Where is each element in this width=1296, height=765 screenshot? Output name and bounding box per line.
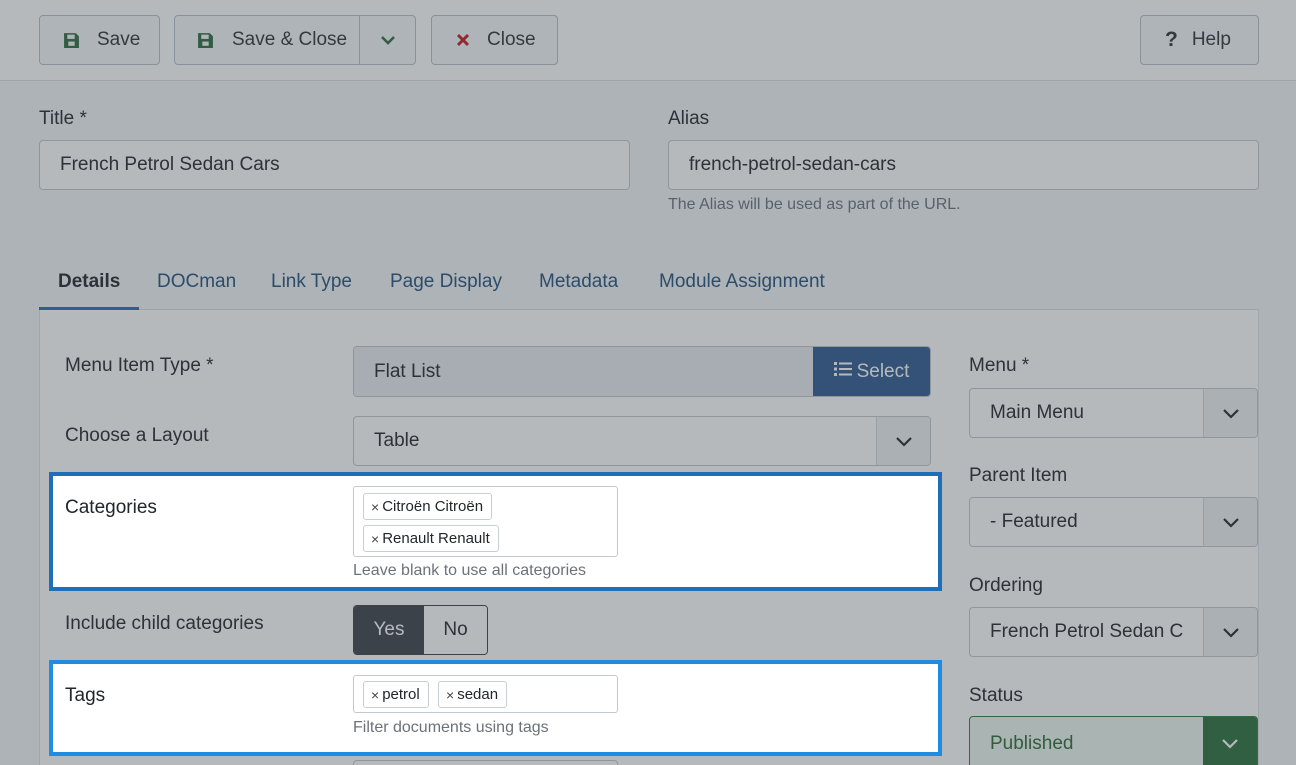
tag-chip[interactable]: × sedan [438, 681, 508, 708]
status-select[interactable]: Published [969, 716, 1258, 765]
remove-chip-icon[interactable]: × [371, 499, 379, 515]
chevron-down-icon [1203, 717, 1257, 765]
tags-highlight: Tags × petrol × sedan Filter documents usi… [49, 660, 942, 756]
tab-metadata[interactable]: Metadata [539, 258, 618, 310]
select-button-label: Select [856, 360, 910, 382]
parent-item-select[interactable]: - Featured [969, 497, 1258, 547]
status-label: Status [969, 685, 1023, 706]
alias-hint: The Alias will be used as part of the UR… [668, 196, 961, 213]
chip-label: Renault Renault [382, 530, 490, 547]
help-label: Help [1191, 29, 1231, 50]
remove-chip-icon[interactable]: × [446, 687, 454, 703]
tab-details[interactable]: Details [39, 258, 140, 310]
parent-item-label: Parent Item [969, 465, 1068, 486]
close-label: Close [487, 29, 536, 50]
chevron-down-icon [380, 35, 396, 45]
ordering-select[interactable]: French Petrol Sedan Cars [969, 607, 1258, 657]
include-child-toggle: Yes No [353, 605, 488, 655]
chevron-down-icon [876, 417, 930, 465]
title-label: Title * [39, 108, 87, 129]
menu-item-type-field: Flat List Select [353, 346, 931, 397]
chevron-down-icon [1203, 389, 1257, 437]
layout-select[interactable]: Table [353, 416, 931, 466]
question-mark-icon: ? [1165, 28, 1178, 51]
floppy-disk-icon [197, 32, 214, 49]
help-button[interactable]: ? Help [1140, 15, 1259, 65]
close-button[interactable]: Close [431, 15, 558, 65]
layout-label: Choose a Layout [65, 425, 209, 446]
parent-item-value: - Featured [990, 511, 1078, 532]
categories-hint: Leave blank to use all categories [353, 562, 587, 579]
remove-chip-icon[interactable]: × [371, 687, 379, 703]
status-value: Published [990, 732, 1074, 754]
menu-label: Menu * [969, 355, 1030, 376]
tab-link-type[interactable]: Link Type [271, 258, 352, 310]
tab-page-display[interactable]: Page Display [390, 258, 502, 310]
include-child-label: Include child categories [65, 613, 264, 634]
save-close-button[interactable]: Save & Close [174, 15, 360, 65]
list-icon [833, 361, 852, 383]
close-x-icon [456, 33, 470, 47]
menu-item-type-label: Menu Item Type * [65, 355, 214, 376]
save-button[interactable]: Save [39, 15, 160, 65]
chevron-down-icon [1203, 608, 1257, 656]
menu-select[interactable]: Main Menu [969, 388, 1258, 438]
select-menu-item-type-button[interactable]: Select [813, 347, 930, 396]
tag-chip[interactable]: × petrol [363, 681, 429, 708]
chip-label: petrol [382, 686, 420, 703]
next-field[interactable] [353, 760, 618, 765]
save-close-label: Save & Close [232, 29, 348, 50]
title-input[interactable]: French Petrol Sedan Cars [39, 140, 630, 190]
alias-input[interactable]: french-petrol-sedan-cars [668, 140, 1259, 190]
menu-item-type-value: Flat List [354, 347, 813, 396]
chip-label: Citroën Citroën [382, 498, 484, 515]
toggle-yes[interactable]: Yes [354, 606, 424, 654]
tags-hint: Filter documents using tags [353, 719, 549, 736]
menu-select-value: Main Menu [990, 402, 1084, 423]
floppy-disk-icon [63, 32, 80, 49]
categories-highlight: Categories × Citroën Citroën × Renault Ren… [49, 472, 942, 591]
alias-label: Alias [668, 108, 710, 129]
chevron-down-icon [1203, 498, 1257, 546]
tab-bar: Details DOCman Link Type Page Display Me… [39, 258, 1259, 310]
toolbar: Save Save & Close Close ? Help [0, 0, 1296, 81]
categories-label: Categories [65, 497, 157, 518]
layout-select-value: Table [374, 430, 420, 451]
category-chip[interactable]: × Citroën Citroën [363, 493, 493, 520]
toggle-no[interactable]: No [424, 606, 487, 654]
ordering-label: Ordering [969, 575, 1043, 596]
tags-label: Tags [65, 685, 106, 706]
categories-input[interactable]: × Citroën Citroën × Renault Renault [353, 486, 618, 557]
ordering-value: French Petrol Sedan Cars [990, 621, 1183, 642]
remove-chip-icon[interactable]: × [371, 531, 379, 547]
save-label: Save [97, 29, 141, 50]
tab-module-assignment[interactable]: Module Assignment [659, 258, 825, 310]
save-options-dropdown-button[interactable] [359, 15, 416, 65]
tags-input[interactable]: × petrol × sedan [353, 675, 618, 713]
chip-label: sedan [457, 686, 499, 703]
tab-docman[interactable]: DOCman [157, 258, 236, 310]
category-chip[interactable]: × Renault Renault [363, 525, 499, 552]
